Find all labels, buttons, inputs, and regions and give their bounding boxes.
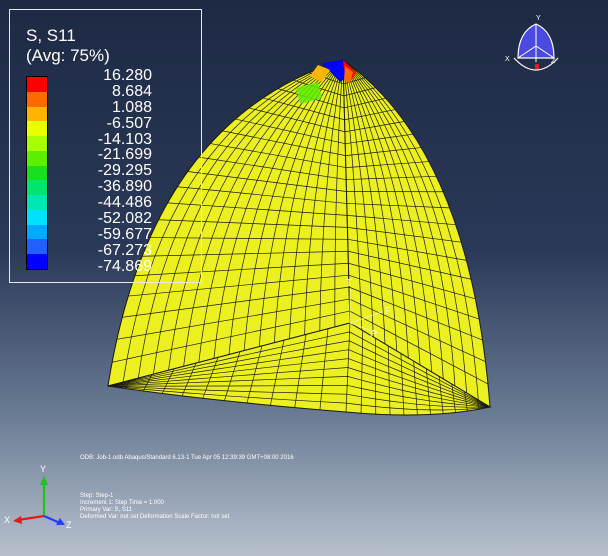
legend-value: 8.684 <box>111 82 152 100</box>
contour-legend: S, S11 (Avg: 75%) 16.280 8.684 1.088 -6.507… <box>9 9 202 283</box>
step-info-line: Increment 1: Step Time = 1.000 <box>80 500 164 506</box>
legend-value: -21.699 <box>97 146 152 164</box>
legend-value: -52.082 <box>97 210 152 228</box>
global-triad-z-label: Z <box>66 520 72 530</box>
global-axis-triad: Y X Z <box>4 464 72 530</box>
legend-value: -29.295 <box>97 162 152 180</box>
step-info: Step: Step-1 Increment 1: Step Time = 1.… <box>80 493 229 521</box>
legend-color-bar <box>26 76 48 270</box>
legend-swatch <box>27 254 47 269</box>
legend-swatch <box>27 77 47 92</box>
legend-swatch <box>27 195 47 210</box>
legend-value: -59.677 <box>97 225 152 243</box>
view-triad-x-label: X <box>505 56 510 63</box>
legend-value: 1.088 <box>111 98 152 116</box>
viewport[interactable]: TFR S, S11 (Avg: 75%) 16.280 8.684 1.088 -6… <box>0 0 608 556</box>
legend-value: -44.486 <box>97 194 152 212</box>
legend-swatch <box>27 209 47 225</box>
step-info-line: Step: Step-1 <box>80 493 114 499</box>
legend-swatch <box>27 106 47 122</box>
legend-value: -67.273 <box>97 241 152 259</box>
view-triad-marker <box>535 64 539 69</box>
legend-values: 16.280 8.684 1.088 -6.507 -14.103 -21.699 -29.… <box>62 68 182 275</box>
legend-title: S, S11 <box>26 26 76 45</box>
legend-swatch <box>27 136 47 151</box>
global-triad-y-label: Y <box>40 464 46 474</box>
view-orientation-triad[interactable]: Y X Z <box>502 12 566 84</box>
legend-swatch <box>27 91 47 107</box>
legend-subtitle: (Avg: 75%) <box>26 46 110 65</box>
local-axis-label: F <box>385 306 391 317</box>
local-axis-label: T <box>346 278 352 289</box>
legend-swatch <box>27 121 47 137</box>
legend-swatch <box>27 224 47 240</box>
legend-value: 16.280 <box>103 67 152 84</box>
step-info-line: Primary Var: S, S11 <box>80 507 133 513</box>
legend-swatch <box>27 150 47 166</box>
legend-swatch <box>27 165 47 181</box>
view-triad-y-label: Y <box>536 15 541 22</box>
odb-info-line: ODB: Job-1.odb Abaqus/Standard 6.13-1 Tu… <box>80 455 294 461</box>
step-info-line: Deformed Var: not set Deformation Scale … <box>80 514 230 520</box>
legend-value: -14.103 <box>97 130 152 148</box>
legend-value: -36.890 <box>97 178 152 196</box>
legend-swatch <box>27 239 47 255</box>
legend-swatch <box>27 180 47 196</box>
legend-value: -74.869 <box>97 257 152 275</box>
global-triad-x-label: X <box>4 515 10 525</box>
legend-value: -6.507 <box>106 114 152 132</box>
